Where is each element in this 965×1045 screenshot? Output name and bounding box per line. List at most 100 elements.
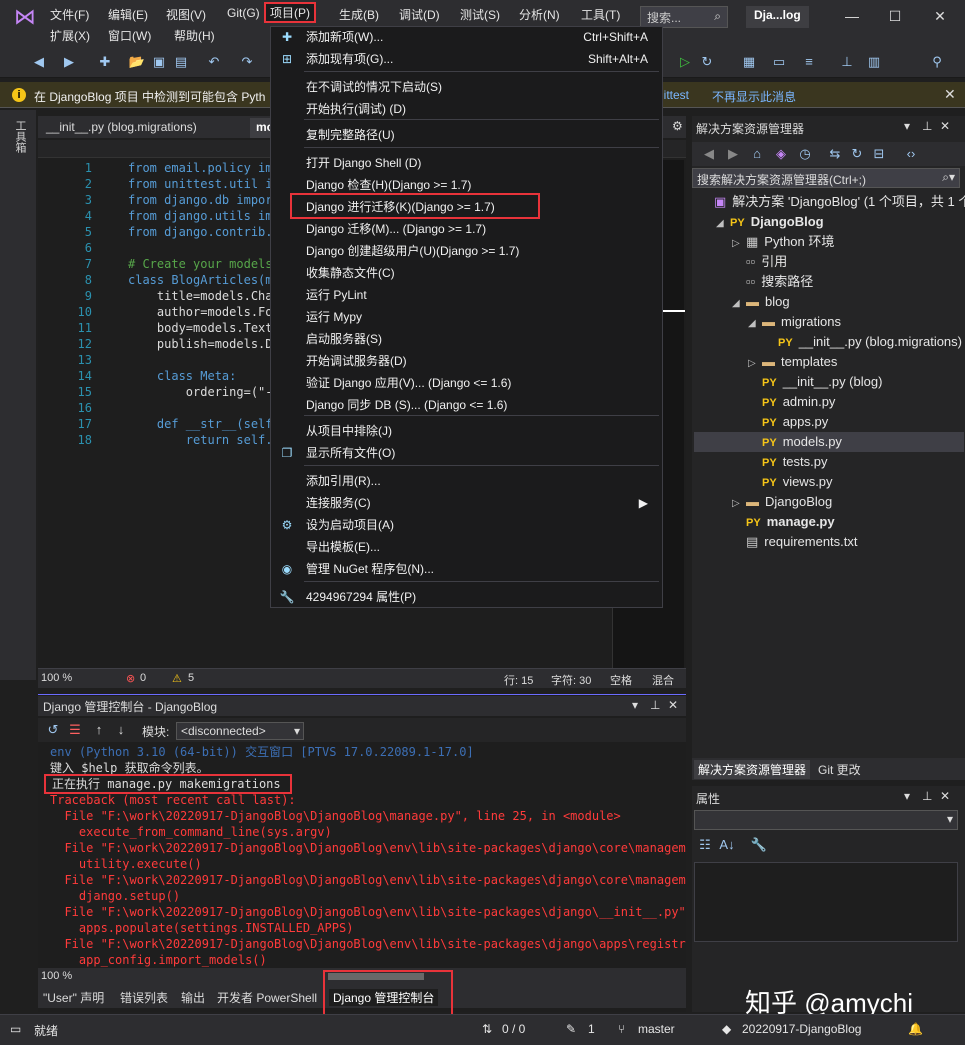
tree-item[interactable]: ◢ PY DjangoBlog [694, 212, 964, 232]
code-line[interactable]: 6 [40, 240, 128, 256]
code-line[interactable]: 10 author=models.Fo [40, 304, 273, 320]
context-menu-item[interactable]: 添加现有项(G)... [306, 49, 393, 69]
history-icon[interactable]: ◷ [796, 145, 814, 163]
tree-item[interactable]: ▷ ▦ Python 环境 [694, 232, 964, 252]
refresh-icon[interactable]: ↻ [698, 53, 716, 71]
menu-project[interactable]: 项目(P) [264, 2, 316, 23]
code-line[interactable]: 15 ordering=("- [40, 384, 273, 400]
context-menu-item[interactable]: 管理 NuGet 程序包(N)... [306, 559, 434, 579]
commit-count[interactable]: 1 [588, 1022, 595, 1036]
tab-user-declarations[interactable]: "User" 声明 [43, 989, 104, 1006]
context-menu-item[interactable]: Django 同步 DB (S)... (Django <= 1.6) [306, 395, 507, 415]
code-icon[interactable]: ‹› [902, 145, 920, 163]
pin-icon[interactable]: ⊥ [650, 698, 660, 712]
context-menu-item[interactable]: 连接服务(C) [306, 493, 371, 513]
tab-solution-explorer[interactable]: 解决方案资源管理器 [694, 760, 811, 779]
collapse-icon[interactable]: ⊟ [870, 145, 888, 163]
chart-icon[interactable]: ▥ [865, 53, 883, 71]
tree-item[interactable]: ▫▫ 引用 [694, 252, 964, 272]
folder-icon[interactable]: ▦ [740, 53, 758, 71]
search-input[interactable]: 搜索... ⌕ [640, 6, 728, 28]
minimize-icon[interactable]: — [845, 8, 859, 24]
context-menu-item[interactable]: Django 创建超级用户(U)(Django >= 1.7) [306, 241, 519, 261]
tree-item[interactable]: PY models.py [694, 432, 964, 452]
code-line[interactable]: 9 title=models.Cha [40, 288, 273, 304]
error-count[interactable]: 0 [140, 672, 146, 684]
tab-error-list[interactable]: 错误列表 [120, 989, 168, 1006]
code-line[interactable]: 16 [40, 400, 128, 416]
context-menu-item[interactable]: Django 检查(H)(Django >= 1.7) [306, 175, 471, 195]
save-all-icon[interactable]: ▤ [172, 53, 190, 71]
maximize-icon[interactable]: ☐ [888, 8, 902, 24]
menu-test[interactable]: 测试(S) [460, 6, 500, 23]
context-menu-item[interactable]: 验证 Django 应用(V)... (Django <= 1.6) [306, 373, 511, 393]
categorized-icon[interactable]: ☷ [696, 836, 714, 854]
back-icon[interactable]: ◀ [700, 145, 718, 163]
tree-item[interactable]: ▷ ▬ templates [694, 352, 964, 372]
context-menu-item[interactable]: 收集静态文件(C) [306, 263, 395, 283]
tree-item[interactable]: PY tests.py [694, 452, 964, 472]
code-line[interactable]: 1 from email.policy im [40, 160, 273, 176]
context-menu-item[interactable]: 导出模板(E)... [306, 537, 380, 557]
new-project-icon[interactable]: ✚ [96, 53, 114, 71]
live-share-icon[interactable]: ⚲ [928, 53, 946, 71]
expand-arrow-icon[interactable]: ▷ [748, 354, 762, 374]
tab-init-migrations[interactable]: __init__.py (blog.migrations) [40, 118, 203, 138]
menu-git[interactable]: Git(G) [227, 6, 260, 20]
code-line[interactable]: 12 publish=models.D [40, 336, 273, 352]
repo-name[interactable]: 20220917-DjangoBlog [742, 1022, 861, 1036]
solution-name-badge[interactable]: Dja...log [746, 6, 809, 28]
context-menu-item[interactable]: 4294967294 属性(P) [306, 587, 416, 607]
run-icon[interactable]: ▷ [676, 53, 694, 71]
tree-item[interactable]: PY __init__.py (blog) [694, 372, 964, 392]
menu-view[interactable]: 视图(V) [166, 6, 206, 23]
tab-output[interactable]: 输出 [181, 989, 205, 1006]
menu-file[interactable]: 文件(F) [50, 6, 89, 23]
context-menu-item[interactable]: 开始调试服务器(D) [306, 351, 407, 371]
code-line[interactable]: 4 from django.utils im [40, 208, 273, 224]
gear-icon[interactable]: ⚙ [672, 119, 683, 133]
format-icon[interactable]: ≡ [800, 53, 818, 71]
code-line[interactable]: 11 body=models.Text [40, 320, 273, 336]
context-menu-item[interactable]: 从项目中排除(J) [306, 421, 392, 441]
expand-arrow-icon[interactable]: ▷ [732, 494, 746, 514]
info-link-dont-show[interactable]: 不再显示此消息 [712, 88, 796, 105]
close-icon[interactable]: ✕ [944, 86, 956, 103]
context-menu-item[interactable]: 设为启动项目(A) [306, 515, 394, 535]
code-line[interactable]: 7 # Create your models [40, 256, 273, 272]
history-up-icon[interactable]: ↑ [90, 721, 108, 739]
console-zoom-level[interactable]: 100 % [41, 970, 72, 982]
module-select[interactable]: <disconnected> ▾ [176, 722, 304, 740]
context-menu-item[interactable]: 运行 Mypy [306, 307, 362, 327]
tree-item[interactable]: PY manage.py [694, 512, 964, 532]
code-line[interactable]: 8 class BlogArticles(m [40, 272, 273, 288]
open-file-icon[interactable]: 📂 [128, 53, 146, 71]
close-icon[interactable]: ✕ [933, 8, 947, 24]
menu-help[interactable]: 帮助(H) [174, 27, 215, 44]
forward-icon[interactable]: ▶ [60, 53, 78, 71]
expand-arrow-icon[interactable]: ▷ [732, 234, 746, 254]
output-icon[interactable]: ▭ [10, 1022, 21, 1036]
context-menu-item[interactable]: 添加新项(W)... [306, 27, 383, 47]
context-menu-item[interactable]: 添加引用(R)... [306, 471, 381, 491]
context-menu-item[interactable]: Django 进行迁移(K)(Django >= 1.7) [306, 197, 495, 217]
menu-build[interactable]: 生成(B) [339, 6, 379, 23]
tree-item[interactable]: ◢ ▬ blog [694, 292, 964, 312]
line-ending[interactable]: 混合 [652, 672, 674, 688]
tree-item[interactable]: PY admin.py [694, 392, 964, 412]
history-down-icon[interactable]: ↓ [112, 721, 130, 739]
dropdown-icon[interactable]: ▾ [904, 789, 910, 803]
branch-name[interactable]: master [638, 1022, 675, 1036]
pin-icon[interactable]: ⊥ [922, 119, 932, 133]
switch-views-icon[interactable]: ◈ [772, 145, 790, 163]
notification-bell-icon[interactable]: 🔔 [908, 1022, 923, 1036]
tree-item[interactable]: PY __init__.py (blog.migrations) [694, 332, 964, 352]
tree-item[interactable]: ▤ requirements.txt [694, 532, 964, 552]
code-line[interactable]: 2 from unittest.util i [40, 176, 273, 192]
toolbox-tab[interactable]: 工具箱 [14, 120, 28, 153]
code-line[interactable]: 17 def __str__(self [40, 416, 273, 432]
menu-debug[interactable]: 调试(D) [399, 6, 440, 23]
context-menu-item[interactable]: 启动服务器(S) [306, 329, 382, 349]
tree-item[interactable]: ▷ ▬ DjangoBlog [694, 492, 964, 512]
undo-icon[interactable]: ↶ [205, 53, 223, 71]
